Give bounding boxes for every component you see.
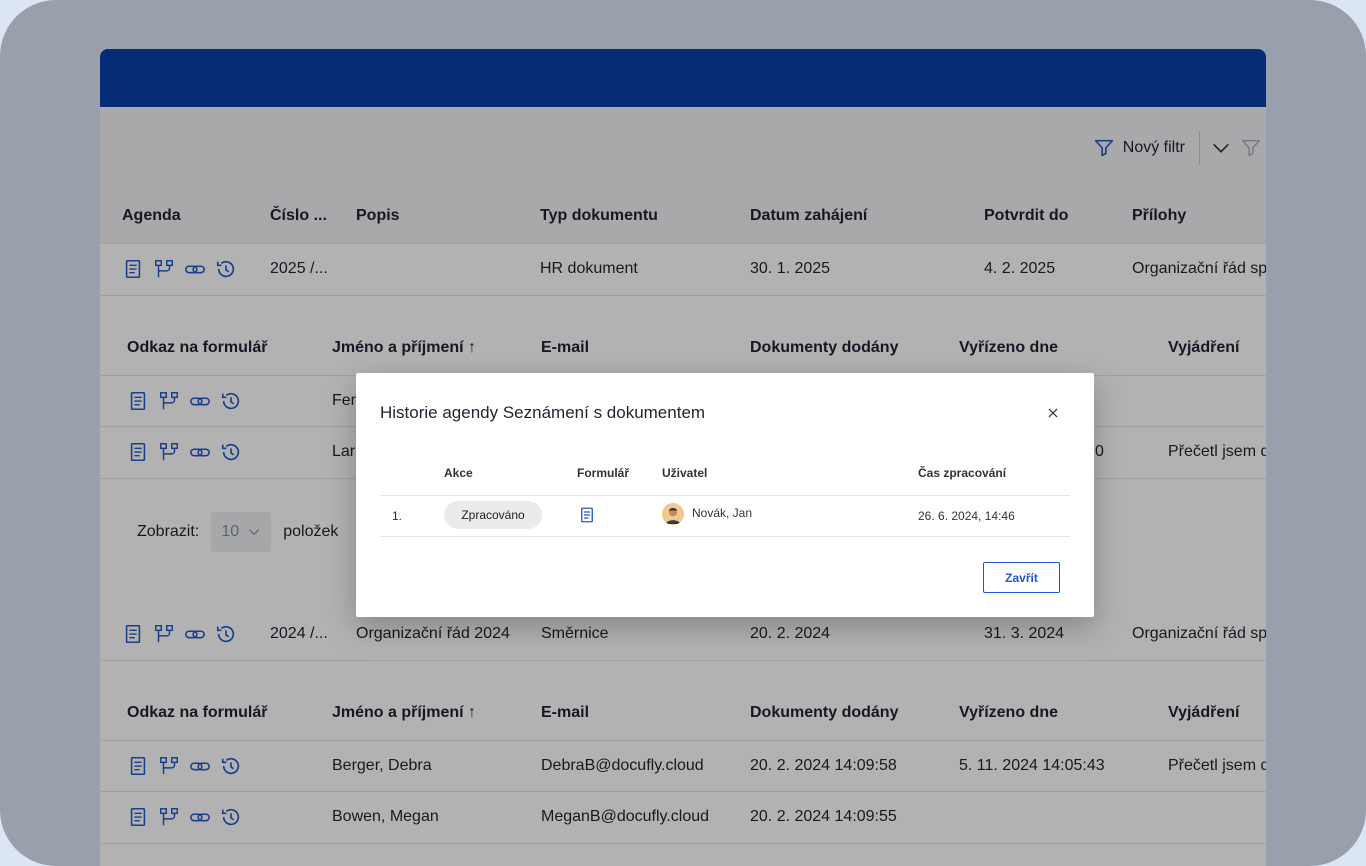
dialog-title: Historie agendy Seznámení s dokumentem xyxy=(380,403,706,422)
close-icon[interactable] xyxy=(1042,402,1064,424)
status-badge: Zpracováno xyxy=(444,501,542,529)
col-akce: Akce xyxy=(444,466,473,480)
page-background: Nový filtr Agenda Číslo ... Popis Typ do… xyxy=(0,0,1366,866)
dialog-table-header: Akce Formulář Uživatel Čas zpracování xyxy=(380,465,1070,496)
avatar xyxy=(662,503,684,525)
processed-time: 26. 6. 2024, 14:46 xyxy=(918,509,1015,523)
dialog-table-row: 1. Zpracováno Novák, Jan 26. 6. 2024, 14… xyxy=(380,496,1070,537)
history-dialog: Historie agendy Seznámení s dokumentem A… xyxy=(356,373,1094,617)
col-uzivatel: Uživatel xyxy=(662,466,708,480)
user-name: Novák, Jan xyxy=(692,506,753,520)
row-index: 1. xyxy=(392,509,403,523)
col-formular: Formulář xyxy=(577,466,630,480)
close-button[interactable]: Zavřít xyxy=(983,562,1060,593)
form-icon[interactable] xyxy=(578,506,596,524)
col-cas: Čas zpracování xyxy=(918,466,1007,480)
